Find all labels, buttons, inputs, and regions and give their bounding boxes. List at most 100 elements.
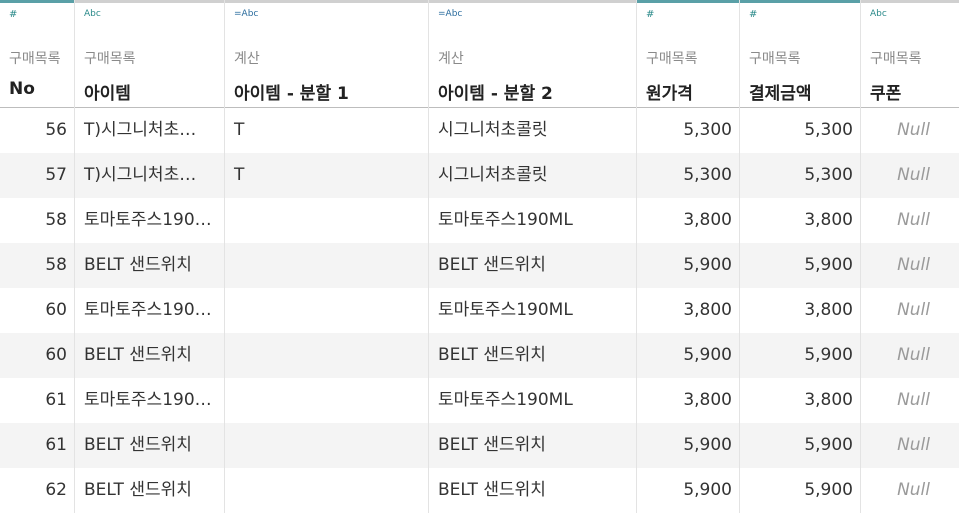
cell-paid-amount: 5,900 xyxy=(740,243,861,288)
cell-no: 58 xyxy=(0,198,75,243)
cell-no: 58 xyxy=(0,243,75,288)
cell-coupon: Null xyxy=(897,345,930,365)
cell-item: 토마토주스190… xyxy=(75,378,225,423)
column-source: 계산 xyxy=(234,51,260,67)
cell-coupon: Null xyxy=(897,300,930,320)
cell-paid-amount: 5,900 xyxy=(740,468,861,513)
cell-original-price: 3,800 xyxy=(637,378,740,423)
calculated-string-type-icon: =Abc xyxy=(438,9,463,19)
cell-item: BELT 샌드위치 xyxy=(75,243,225,288)
cell-no: 61 xyxy=(0,378,75,423)
cell-no: 56 xyxy=(0,108,75,153)
number-type-icon: # xyxy=(646,9,655,20)
column-name: 아이템 xyxy=(84,84,131,104)
column-header-split-1[interactable]: =Abc 계산 아이템 - 분할 1 xyxy=(225,0,429,108)
string-type-icon: Abc xyxy=(870,9,887,19)
column-name: 아이템 - 분할 1 xyxy=(234,84,349,104)
cell-original-price: 5,300 xyxy=(637,153,740,198)
cell-item: 토마토주스190… xyxy=(75,288,225,333)
cell-original-price: 5,900 xyxy=(637,333,740,378)
cell-no: 60 xyxy=(0,333,75,378)
cell-split-1 xyxy=(225,423,429,468)
cell-original-price: 5,900 xyxy=(637,423,740,468)
cell-item: T)시그니처초… xyxy=(75,153,225,198)
cell-no: 62 xyxy=(0,468,75,513)
column-source: 구매목록 xyxy=(9,51,61,67)
table-body: 56 T)시그니처초… T 시그니처초콜릿 5,300 5,300 Null 57 T)시그니처… xyxy=(0,108,959,513)
column-header-split-2[interactable]: =Abc 계산 아이템 - 분할 2 xyxy=(429,0,637,108)
column-accent-bar xyxy=(225,0,428,3)
column-header-coupon[interactable]: Abc 구매목록 쿠폰 xyxy=(861,0,959,108)
cell-split-1 xyxy=(225,198,429,243)
column-accent-bar xyxy=(0,0,74,3)
column-source: 구매목록 xyxy=(84,51,136,67)
cell-paid-amount: 3,800 xyxy=(740,378,861,423)
table-row[interactable]: 60 토마토주스190… 토마토주스190ML 3,800 3,800 Null xyxy=(0,288,959,333)
table-row[interactable]: 56 T)시그니처초… T 시그니처초콜릿 5,300 5,300 Null xyxy=(0,108,959,153)
table-row[interactable]: 60 BELT 샌드위치 BELT 샌드위치 5,900 5,900 Null xyxy=(0,333,959,378)
column-accent-bar xyxy=(637,0,739,3)
table-row[interactable]: 61 BELT 샌드위치 BELT 샌드위치 5,900 5,900 Null xyxy=(0,423,959,468)
column-header-paid-amount[interactable]: # 구매목록 결제금액 xyxy=(740,0,861,108)
column-header-original-price[interactable]: # 구매목록 원가격 xyxy=(637,0,740,108)
cell-original-price: 3,800 xyxy=(637,198,740,243)
cell-paid-amount: 5,300 xyxy=(740,153,861,198)
column-name: 아이템 - 분할 2 xyxy=(438,84,553,104)
cell-split-1 xyxy=(225,333,429,378)
cell-paid-amount: 3,800 xyxy=(740,198,861,243)
cell-split-2: BELT 샌드위치 xyxy=(429,468,637,513)
cell-split-2: 시그니처초콜릿 xyxy=(429,108,637,153)
cell-split-2: BELT 샌드위치 xyxy=(429,333,637,378)
cell-item: 토마토주스190… xyxy=(75,198,225,243)
column-header-no[interactable]: # 구매목록 No xyxy=(0,0,75,108)
cell-no: 57 xyxy=(0,153,75,198)
column-name: 원가격 xyxy=(646,84,693,104)
cell-original-price: 5,300 xyxy=(637,108,740,153)
cell-split-1 xyxy=(225,288,429,333)
cell-split-2: 토마토주스190ML xyxy=(429,288,637,333)
cell-coupon: Null xyxy=(897,480,930,500)
table-row[interactable]: 57 T)시그니처초… T 시그니처초콜릿 5,300 5,300 Null xyxy=(0,153,959,198)
cell-no: 60 xyxy=(0,288,75,333)
cell-split-2: 시그니처초콜릿 xyxy=(429,153,637,198)
number-type-icon: # xyxy=(9,9,18,20)
header-row: # 구매목록 No Abc 구매목록 아이템 =Abc 계산 아이템 - 분할 … xyxy=(0,0,959,108)
column-accent-bar xyxy=(740,0,860,3)
column-header-item[interactable]: Abc 구매목록 아이템 xyxy=(75,0,225,108)
column-source: 구매목록 xyxy=(870,51,922,67)
cell-paid-amount: 5,900 xyxy=(740,423,861,468)
string-type-icon: Abc xyxy=(84,9,101,19)
cell-item: T)시그니처초… xyxy=(75,108,225,153)
cell-split-1: T xyxy=(225,108,429,153)
table-row[interactable]: 58 토마토주스190… 토마토주스190ML 3,800 3,800 Null xyxy=(0,198,959,243)
column-accent-bar xyxy=(429,0,636,3)
cell-split-2: BELT 샌드위치 xyxy=(429,423,637,468)
cell-split-2: 토마토주스190ML xyxy=(429,378,637,423)
column-accent-bar xyxy=(861,0,959,3)
cell-split-2: 토마토주스190ML xyxy=(429,198,637,243)
cell-item: BELT 샌드위치 xyxy=(75,468,225,513)
column-source: 구매목록 xyxy=(749,51,801,67)
cell-coupon: Null xyxy=(897,210,930,230)
table-row[interactable]: 61 토마토주스190… 토마토주스190ML 3,800 3,800 Null xyxy=(0,378,959,423)
cell-item: BELT 샌드위치 xyxy=(75,423,225,468)
cell-coupon: Null xyxy=(897,435,930,455)
cell-paid-amount: 3,800 xyxy=(740,288,861,333)
cell-split-1 xyxy=(225,468,429,513)
cell-original-price: 5,900 xyxy=(637,468,740,513)
number-type-icon: # xyxy=(749,9,758,20)
cell-paid-amount: 5,900 xyxy=(740,333,861,378)
column-source: 구매목록 xyxy=(646,51,698,67)
cell-split-1 xyxy=(225,243,429,288)
column-accent-bar xyxy=(75,0,224,3)
cell-item: BELT 샌드위치 xyxy=(75,333,225,378)
column-name: No xyxy=(9,79,35,99)
cell-coupon: Null xyxy=(897,165,930,185)
cell-split-1: T xyxy=(225,153,429,198)
column-name: 결제금액 xyxy=(749,84,812,104)
column-source: 계산 xyxy=(438,51,464,67)
cell-coupon: Null xyxy=(897,255,930,275)
table-row[interactable]: 58 BELT 샌드위치 BELT 샌드위치 5,900 5,900 Null xyxy=(0,243,959,288)
table-row[interactable]: 62 BELT 샌드위치 BELT 샌드위치 5,900 5,900 Null xyxy=(0,468,959,513)
column-name: 쿠폰 xyxy=(870,84,902,104)
